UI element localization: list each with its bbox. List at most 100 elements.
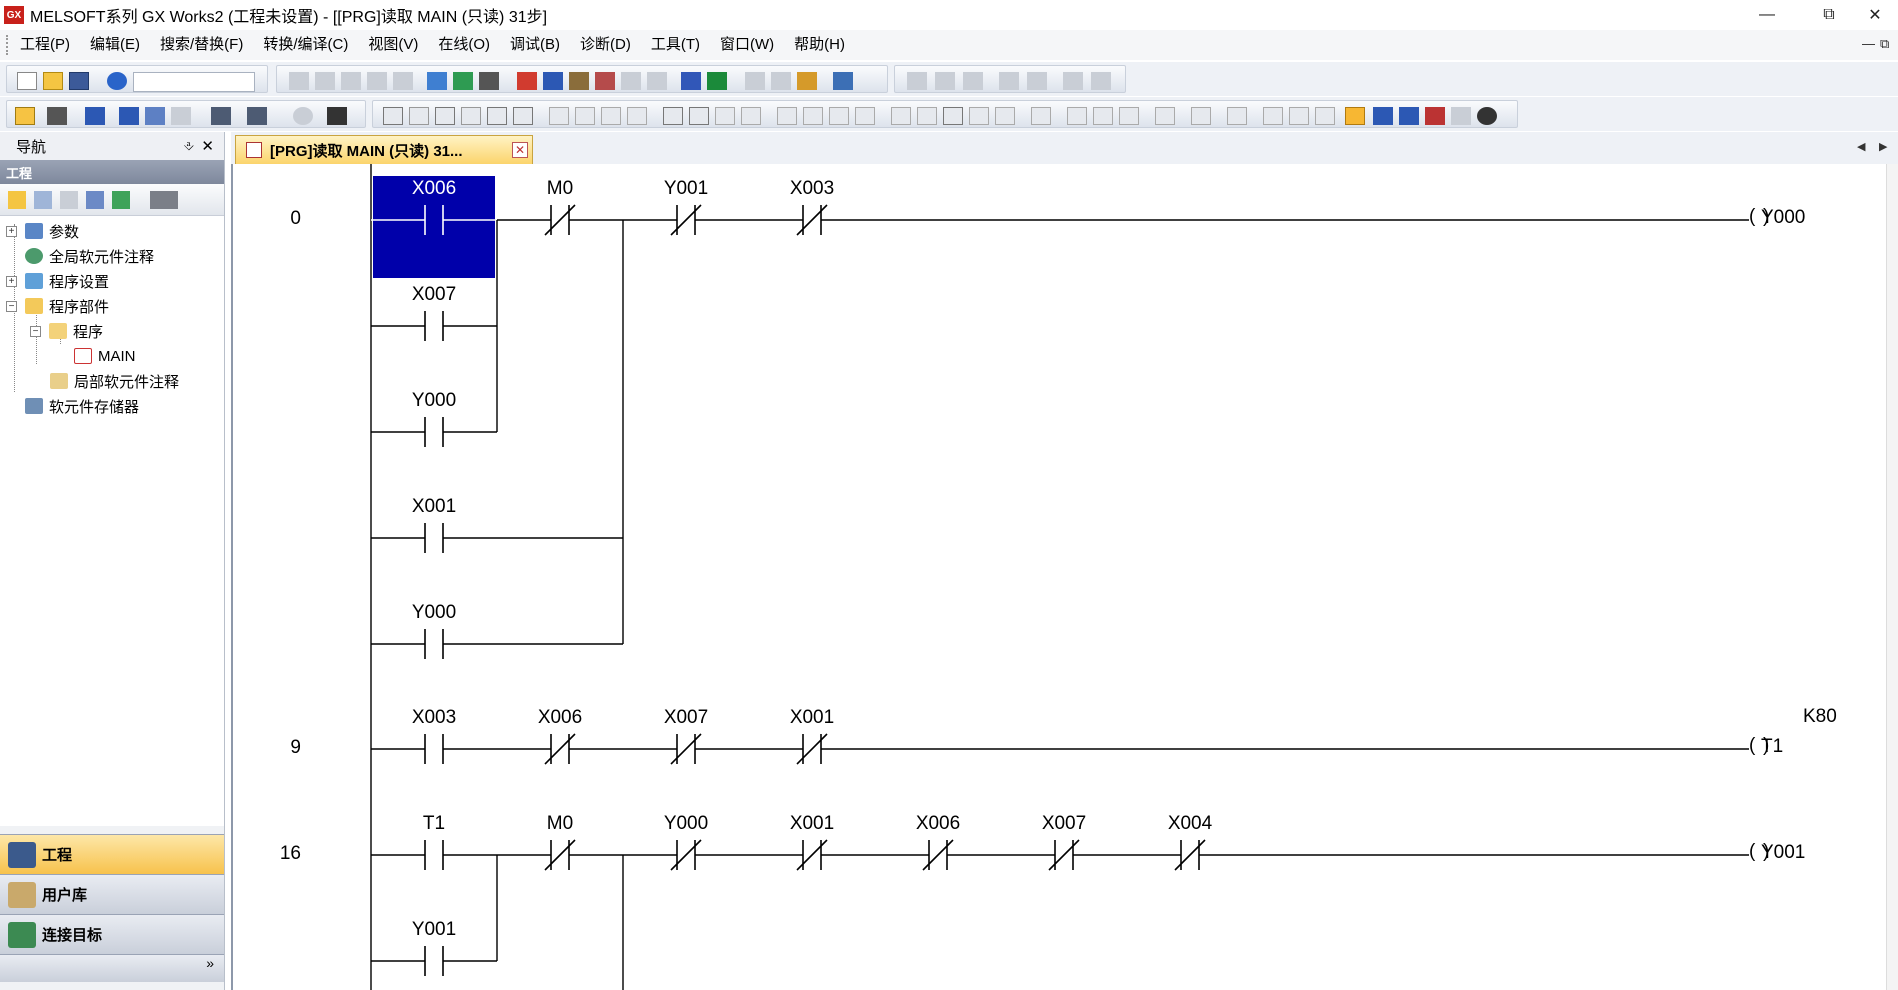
read-from-plc-icon[interactable] [543,72,563,90]
ladder-zoom-icon[interactable] [1263,107,1283,125]
jump-icon[interactable] [453,72,473,90]
contact-m0[interactable] [497,204,623,236]
device-test-icon[interactable] [707,72,727,90]
nav-bar-user-library[interactable]: 用户库 [0,874,224,914]
ladder-monitor-write-icon[interactable] [1425,107,1445,125]
ladder-edit-mode-icon[interactable] [1345,107,1365,125]
contact-x006[interactable] [497,733,623,765]
ladder-tool-4-icon[interactable] [999,72,1019,90]
rising-pulse-negated-icon[interactable] [777,107,797,125]
monitor-stop-icon[interactable] [621,72,641,90]
nav-bar-connection-destination[interactable]: 连接目标 [0,914,224,954]
ladder-insert-row-icon[interactable] [1067,107,1087,125]
coil-icon[interactable] [487,107,507,125]
rising-edge-icon[interactable] [663,107,683,125]
parallel-closed-contact-icon[interactable] [461,107,481,125]
contact-x007[interactable] [623,733,749,765]
device-search-icon[interactable] [427,72,447,90]
tree-item-global-comment[interactable]: 全局软元件注释 [25,245,154,267]
contact-y000[interactable] [623,839,749,871]
find-replace-icon[interactable] [247,107,267,125]
restore-button[interactable]: ⧉ [1806,0,1852,30]
contact-x006[interactable] [875,839,1001,871]
verify-icon[interactable] [569,72,589,90]
open-contact-icon[interactable] [383,107,403,125]
ladder-tool-6-icon[interactable] [1063,72,1083,90]
closed-contact-icon[interactable] [435,107,455,125]
parallel-falling-edge-icon[interactable] [741,107,761,125]
note-icon[interactable] [797,72,817,90]
parallel-contact-y000[interactable] [371,629,497,659]
cut-icon[interactable] [289,72,309,90]
menu-tools[interactable]: 工具(T) [641,30,710,60]
ladder-device-icon[interactable] [1451,107,1471,125]
contact-x006[interactable] [371,205,497,235]
inline-st-icon[interactable] [1031,107,1051,125]
toolbar-combo[interactable] [133,72,255,92]
menu-project[interactable]: 工程(P) [10,30,80,60]
tree-item-device-memory[interactable]: 软元件存储器 [25,395,139,417]
tab-scroll-left-icon[interactable]: ◀ [1857,140,1865,153]
menu-diagnostics[interactable]: 诊断(D) [570,30,641,60]
menu-convert-compile[interactable]: 转换/编译(C) [253,30,358,60]
parallel-open-contact-icon[interactable] [409,107,429,125]
device-batch-icon[interactable] [681,72,701,90]
contact-t1[interactable] [371,840,497,870]
ladder-tool-3-icon[interactable] [963,72,983,90]
ladder-search-icon[interactable] [1289,107,1309,125]
tree-item-pou[interactable]: − 程序部件 [6,295,109,317]
contact-m0[interactable] [497,839,623,871]
ladder-comment-icon[interactable] [1155,107,1175,125]
parallel-contact-x007[interactable] [371,311,497,341]
ladder-tool-1-icon[interactable] [907,72,927,90]
ladder-note-icon[interactable] [1227,107,1247,125]
contact-y001[interactable] [623,204,749,236]
operation-result-falling-icon[interactable] [917,107,937,125]
write-to-plc-icon[interactable] [517,72,537,90]
copy-icon[interactable] [315,72,335,90]
ladder-replace-icon[interactable] [1315,107,1335,125]
redo-icon[interactable] [393,72,413,90]
falling-pulse-negated-icon[interactable] [803,107,823,125]
menu-online[interactable]: 在线(O) [428,30,500,60]
device-usage-icon[interactable] [145,107,165,125]
menu-view[interactable]: 视图(V) [358,30,428,60]
operation-result-rising-icon[interactable] [891,107,911,125]
contact-x003[interactable] [749,204,875,236]
watch-icon[interactable] [211,107,231,125]
tree-item-parameters[interactable]: + 参数 [6,220,79,242]
vertical-scrollbar[interactable] [1886,164,1898,990]
tree-item-local-comment[interactable]: 局部软元件注释 [50,370,179,392]
tab-main-program[interactable]: [PRG]读取 MAIN (只读) 31... ✕ [235,135,533,164]
monitor-all-icon[interactable] [647,72,667,90]
tree-item-main[interactable]: MAIN [74,345,136,367]
collapse-icon[interactable]: − [30,325,41,337]
falling-edge-icon[interactable] [689,107,709,125]
mdi-restore-button[interactable]: ⧉ [1880,36,1889,52]
menu-help[interactable]: 帮助(H) [784,30,855,60]
ladder-delete-row-icon[interactable] [1093,107,1113,125]
nav-close-icon[interactable]: ✕ [201,137,214,155]
refresh-icon[interactable] [112,191,130,209]
tree-item-program[interactable]: − 程序 [30,320,103,342]
invert-result-icon[interactable] [943,107,963,125]
contact-x001[interactable] [749,839,875,871]
new-project-icon[interactable] [17,72,37,90]
contact-x004[interactable] [1127,839,1253,871]
element-list-icon[interactable] [47,107,67,125]
ladder-tool-5-icon[interactable] [1027,72,1047,90]
device-list-icon[interactable] [119,107,139,125]
ladder-read-mode-icon[interactable] [1373,107,1393,125]
tree-item-program-setting[interactable]: + 程序设置 [6,270,109,292]
help-icon[interactable] [107,72,127,90]
vertical-line-icon[interactable] [575,107,595,125]
ladder-editor[interactable]: 0 X006 M0 Y001 X003 (Y000) X007 Y000 X001 Y000 9 X0… [231,164,1886,990]
delete-horizontal-icon[interactable] [601,107,621,125]
find-device-icon[interactable] [479,72,499,90]
save-icon[interactable] [69,72,89,90]
pin-icon[interactable]: ⎀ [184,138,194,154]
paste-icon[interactable] [341,72,361,90]
output-window-icon[interactable] [85,107,105,125]
ladder-tool-2-icon[interactable] [935,72,955,90]
property-icon[interactable] [86,191,104,209]
